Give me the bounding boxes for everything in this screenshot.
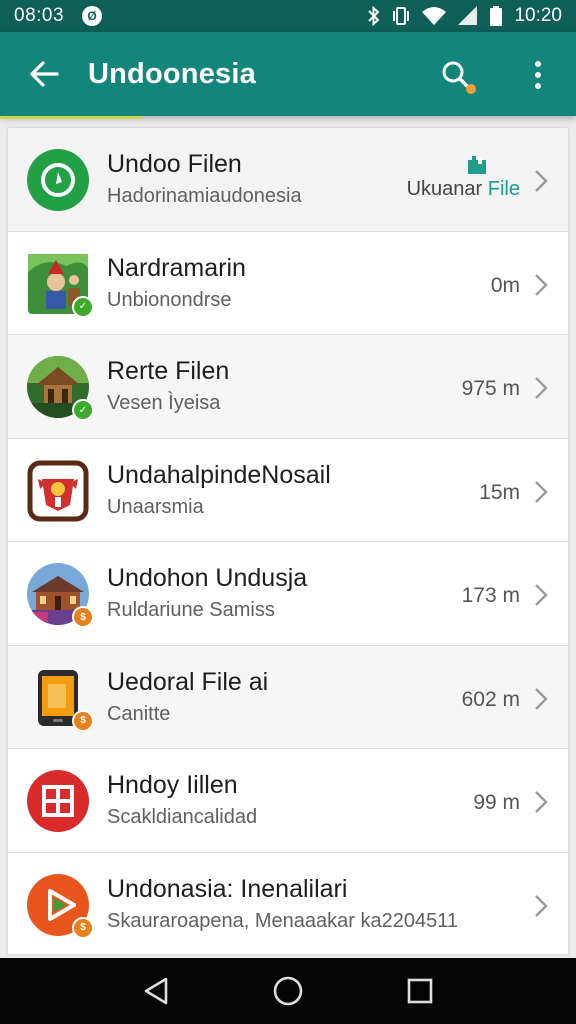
phone-file-app-icon: $ [26,666,94,732]
item-size: 602 m [461,687,520,711]
badge-icon: $ [72,916,94,939]
badge-icon: ✓ [72,295,94,318]
more-options-button[interactable] [516,50,560,100]
badge-icon: ✓ [72,399,94,421]
item-title: Rerte Filen [107,357,230,385]
back-button[interactable] [0,32,88,116]
recents-square-icon [407,978,433,1004]
chevron-right-icon [535,377,548,399]
vibrate-icon [393,7,410,25]
badge-icon: $ [72,606,94,628]
badge-icon: $ [72,709,94,732]
item-title: Undohon Undusja [107,564,308,592]
back-arrow-icon [30,61,59,87]
back-triangle-icon [144,977,168,1005]
list-item[interactable]: $ Undohon Undusja Ruldariune Samiss 173 … [8,542,568,646]
item-subtitle: Ruldariune Samiss [107,599,275,621]
notification-dot [466,84,476,94]
illustration-app-icon: ✓ [26,252,94,318]
item-subtitle: Skauraroapena, Menaaakar ka2204511 [107,909,458,932]
green-circle-app-icon [26,148,90,212]
list-item[interactable]: UndahalpindeNosail Unaarsmia 15m [8,438,568,542]
chevron-right-icon [535,480,548,503]
hut-photo-app-icon: ✓ [26,355,94,421]
list-item[interactable]: ✓ Nardramarin Unbionondrse 0m [8,231,568,335]
more-vert-dot [535,72,541,78]
list-item[interactable]: ✓ Rerte Filen Vesen Ìyeisa 975 m [8,335,568,439]
status-time-left: 08:03 [14,5,65,26]
chevron-right-icon [535,584,548,606]
signal-icon [458,6,478,25]
red-grid-app-icon [26,769,90,833]
item-size: 173 m [461,584,520,607]
item-size: 99 m [473,791,520,814]
more-vert-dot [535,83,541,89]
red-emblem-app-icon [26,459,90,523]
item-size: 0m [490,273,520,297]
nav-recents-button[interactable] [390,961,450,1021]
item-subtitle: Vesen Ìyeisa [107,392,221,414]
status-time-right: 10:20 [514,5,562,26]
chevron-right-icon [535,791,548,813]
item-subtitle: Canitte [107,702,171,725]
home-circle-icon [273,976,303,1006]
meta-label: Ukuanar [406,178,483,200]
item-title: Hndoy Iillen [107,771,238,799]
more-vert-icon [535,61,541,67]
nav-home-button[interactable] [258,961,318,1021]
nav-back-button[interactable] [126,961,186,1021]
item-title: Nardramarin [107,253,246,282]
search-button[interactable] [428,50,484,100]
meta-file: File [487,178,520,200]
item-title: Undonasia: Inenalilari [107,874,348,903]
item-title: Undoo Filen [107,150,242,178]
item-subtitle: Scakldiancalidad [107,806,258,828]
file-type-icon [468,156,486,174]
item-subtitle: Unaarsmia [107,495,204,518]
list-item[interactable]: $ Undonasia: Inenalilari Skauraroapena, … [8,852,568,954]
chevron-right-icon [535,170,548,192]
data-saver-icon: Ø [82,6,103,26]
tab-indicator [0,116,142,119]
file-list: Undoo Filen Hadorinamiaudonesia Ukuanar … [8,128,568,954]
list-item[interactable]: Hndoy Iillen Scakldiancalidad 99 m [8,749,568,853]
item-title: UndahalpindeNosail [107,460,331,489]
item-subtitle: Unbionondrse [107,288,232,311]
status-bar: 08:03 Ø 10:20 [0,0,576,32]
item-title: Uedoral File ai [107,667,269,696]
item-size: 15m [479,480,520,504]
list-item[interactable]: $ Uedoral File ai Canitte 602 m [8,645,568,749]
system-nav-bar [0,958,576,1024]
item-meta: Ukuanar File [407,178,520,201]
app-bar: Undoonesia [0,32,576,116]
chevron-right-icon [535,687,548,710]
item-subtitle: Hadorinamiaudonesia [107,185,302,207]
battery-icon [490,6,503,26]
chevron-right-icon [535,894,548,917]
page-title: Undoonesia [88,57,256,90]
list-item[interactable]: Undoo Filen Hadorinamiaudonesia Ukuanar … [8,128,568,232]
chevron-right-icon [535,273,548,296]
item-size: 975 m [461,377,520,400]
wifi-icon [422,7,447,25]
building-photo-app-icon: $ [26,562,94,628]
play-app-icon: $ [26,873,94,939]
bluetooth-icon [368,6,380,26]
